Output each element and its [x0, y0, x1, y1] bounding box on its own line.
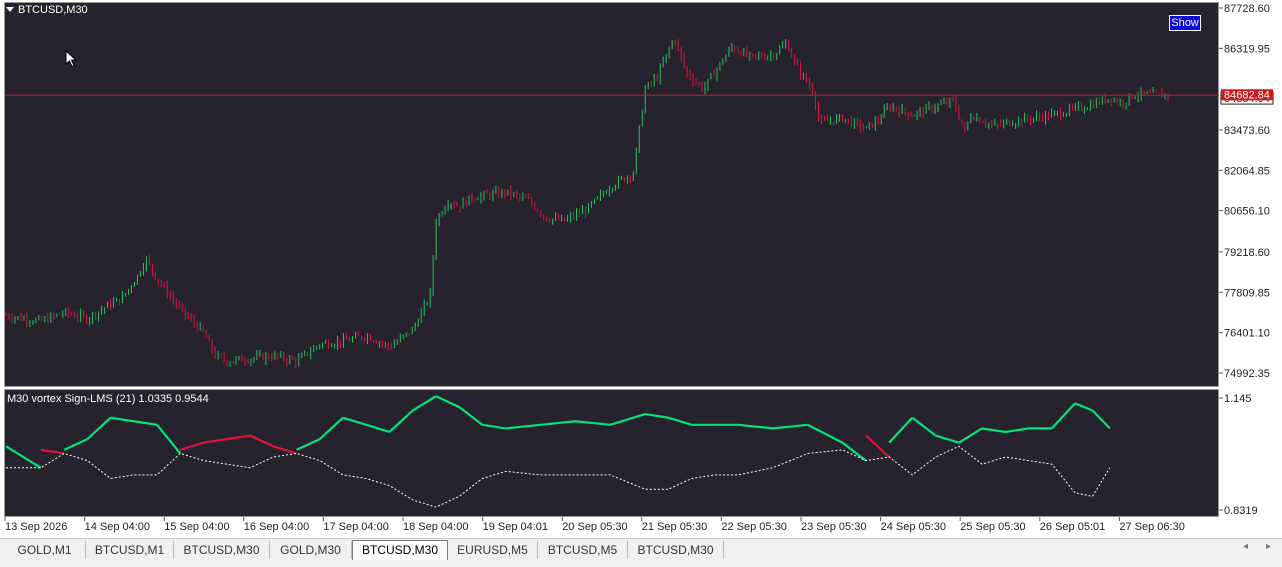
price-tick-label: 74992.35 [1224, 368, 1270, 380]
vortex-signal-segment [272, 445, 297, 455]
vortex-signal-segment [40, 448, 65, 455]
chart-canvas: 87728.6086319.9584584.9483473.6082064.85… [4, 3, 1274, 533]
vortex-signal-segment [63, 438, 88, 451]
price-axis: 87728.6086319.9584584.9483473.6082064.85… [1219, 3, 1274, 517]
vortex-signal-segment [911, 416, 937, 437]
vortex-signal-segment [249, 434, 274, 448]
chart-tab[interactable]: BTCUSD,M5 [538, 541, 628, 559]
tab-scroll-left-icon[interactable]: ◂ [1243, 541, 1248, 552]
collapse-triangle-icon [6, 7, 14, 12]
vortex-signal-segment [482, 423, 506, 430]
vortex-signal-segment [226, 434, 251, 441]
time-tick-label: 18 Sep 04:00 [403, 521, 468, 533]
vortex-signal-segment [958, 427, 983, 444]
vortex-signal-segment [110, 416, 134, 423]
vortex-signal-segment [179, 441, 204, 451]
indicator-tick-label: 0.8319 [1224, 505, 1258, 517]
vortex-signal-segment [1005, 427, 1029, 434]
vortex-signal-segment [1050, 402, 1076, 430]
time-tick-label: 15 Sep 04:00 [164, 521, 229, 533]
chart-tab[interactable]: BTCUSD,M30 [628, 541, 724, 559]
indicator-title: M30 vortex Sign-LMS (21) 1.0335 0.9544 [7, 393, 209, 405]
vortex-signal-segment [981, 427, 1006, 434]
vortex-signal-segment [772, 423, 808, 430]
vortex-signal-segment [388, 409, 414, 433]
price-tick-label: 79218.60 [1224, 247, 1270, 259]
chart-tab[interactable]: GOLD,M30 [270, 541, 352, 559]
vortex-signal-segment [865, 434, 890, 458]
time-tick-label: 20 Sep 05:30 [562, 521, 627, 533]
time-tick-label: 27 Sep 06:30 [1119, 521, 1184, 533]
vortex-signal-segment [1074, 402, 1093, 412]
mouse-cursor-icon [65, 50, 77, 68]
vortex-signal-segment [458, 406, 484, 426]
vortex-signal-segment [203, 438, 227, 444]
time-tick-label: 14 Sep 04:00 [85, 521, 150, 533]
indicator-tick-label: 1.145 [1224, 393, 1252, 405]
vortex-signal-segment [540, 420, 576, 426]
time-tick-label: 16 Sep 04:00 [244, 521, 309, 533]
price-tick-label: 80656.10 [1224, 206, 1270, 218]
vortex-dotted-line [6, 445, 1111, 508]
vortex-signal-segment [133, 420, 158, 426]
vortex-signal-segment [609, 413, 646, 426]
vortex-signal-segment [435, 395, 460, 408]
vortex-signal-segment [807, 423, 844, 444]
vortex-signal-segment [365, 423, 390, 434]
chart-symbol-title: BTCUSD,M30 [6, 4, 88, 16]
vortex-signal-segment [668, 416, 692, 426]
chart-tab[interactable]: GOLD,M1 [4, 541, 86, 559]
chart-tab-bar: GOLD,M1 BTCUSD,M1 BTCUSD,M30 GOLD,M30 BTCUSD… [0, 538, 1282, 561]
price-candles [5, 38, 1169, 369]
time-tick-label: 24 Sep 05:30 [881, 521, 946, 533]
time-tick-label: 23 Sep 05:30 [801, 521, 866, 533]
vortex-signal-segment [342, 416, 367, 426]
vortex-signal-segment [935, 434, 960, 444]
price-tick-label: 82064.85 [1224, 165, 1270, 177]
vortex-signal-segment [644, 413, 669, 419]
price-tick-label: 76401.10 [1224, 328, 1270, 340]
chart-window[interactable]: 87728.6086319.9584584.9483473.6082064.85… [0, 0, 1282, 538]
time-tick-label: 25 Sep 05:30 [960, 521, 1025, 533]
price-tick-label: 83473.60 [1224, 125, 1270, 137]
price-tick-label: 87728.60 [1224, 3, 1270, 15]
price-tick-label: 77809.85 [1224, 287, 1270, 299]
vortex-signal-segment [737, 423, 774, 430]
time-tick-label: 22 Sep 05:30 [721, 521, 786, 533]
vortex-signal-segment [575, 420, 611, 426]
time-tick-label: 17 Sep 04:00 [323, 521, 388, 533]
bid-price-label: 84682.84 [1224, 89, 1270, 101]
vortex-signal-segment [412, 395, 437, 412]
chart-tab[interactable]: BTCUSD,M1 [86, 541, 174, 559]
vortex-signal-segment [505, 423, 541, 430]
chart-tab[interactable]: EURUSD,M5 [448, 541, 538, 559]
vortex-signal-segment [296, 438, 321, 451]
chart-tab[interactable]: BTCUSD,M30 [174, 541, 270, 559]
show-button[interactable]: Show [1169, 15, 1201, 31]
status-strip [0, 560, 1282, 567]
vortex-signal-segment [86, 416, 112, 440]
time-tick-label: 13 Sep 2026 [5, 521, 67, 533]
symbol-title-text: BTCUSD,M30 [18, 4, 88, 16]
price-tick-label: 86319.95 [1224, 43, 1270, 55]
tab-scroll-right-icon[interactable]: ▸ [1266, 541, 1271, 552]
time-tick-label: 26 Sep 05:01 [1040, 521, 1105, 533]
vortex-signal-segment [888, 416, 914, 444]
time-tick-label: 21 Sep 05:30 [642, 521, 707, 533]
vortex-signal-segment [841, 441, 867, 462]
time-axis: 13 Sep 2026 14 Sep 04:00 15 Sep 04:00 16 Se… [4, 517, 1185, 533]
vortex-signal-segment [1091, 409, 1111, 430]
vortex-signal-segment [5, 445, 42, 469]
time-tick-label: 19 Sep 04:01 [483, 521, 548, 533]
vortex-signal-segment [156, 424, 182, 455]
vortex-signal-segment [318, 416, 344, 440]
indicator-lines [5, 395, 1111, 508]
chart-tab[interactable]: BTCUSD,M30 [352, 540, 448, 560]
